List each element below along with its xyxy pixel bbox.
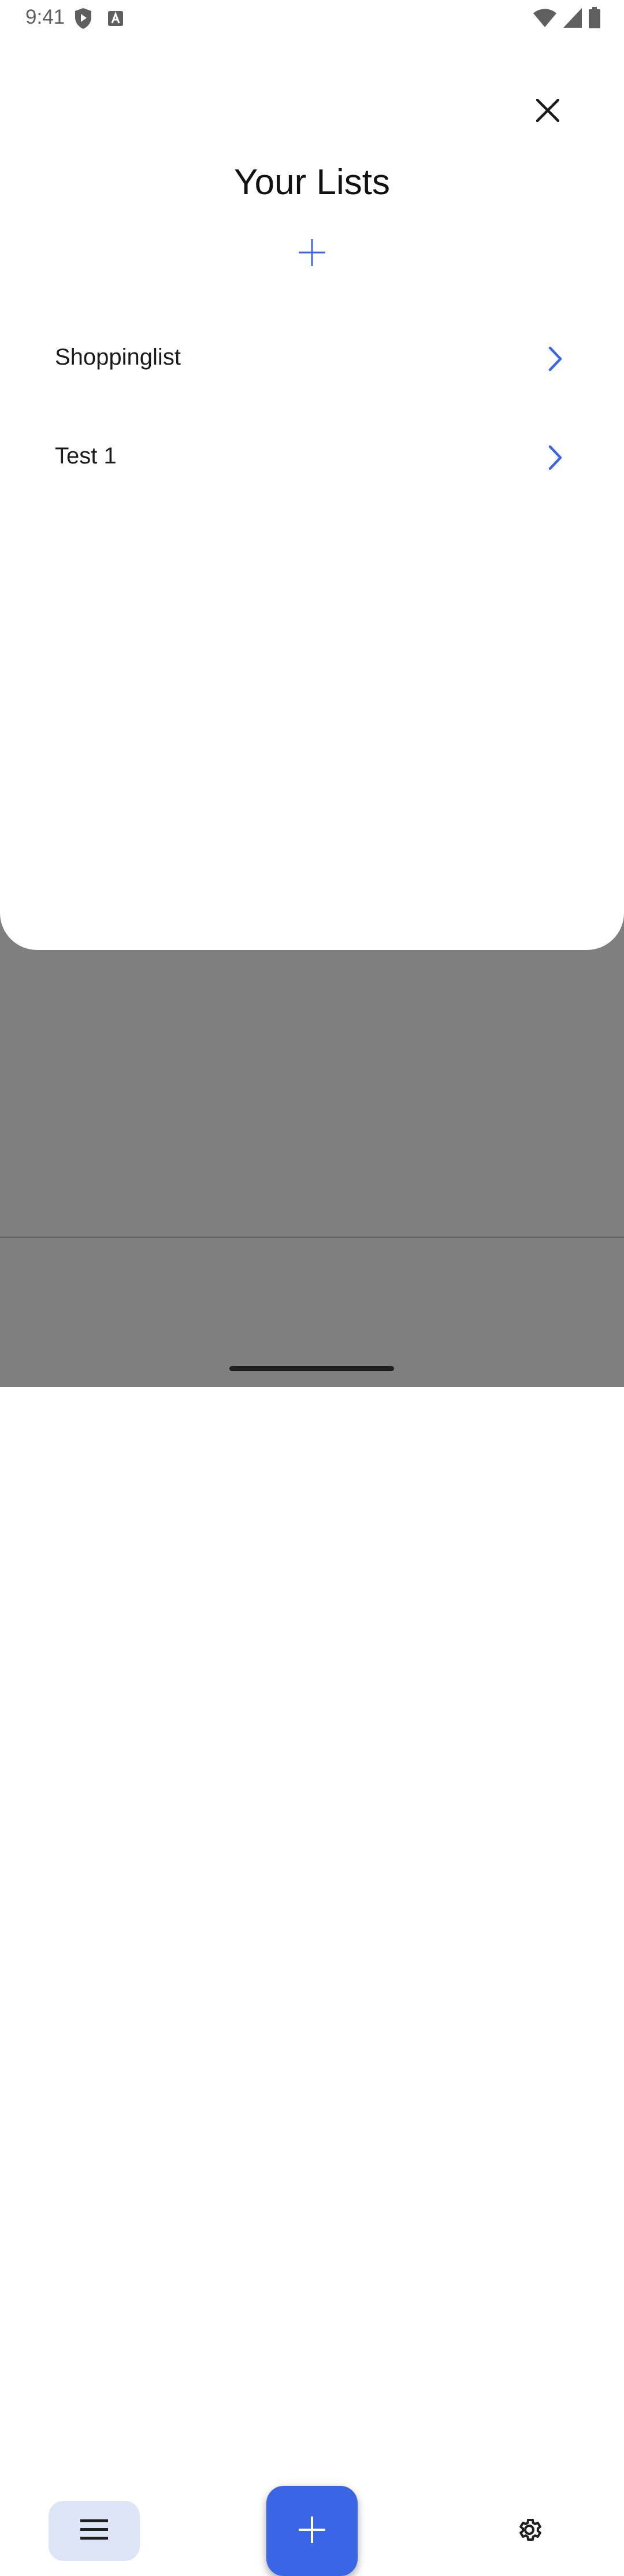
plus-icon <box>298 238 326 270</box>
add-item-fab[interactable] <box>266 2486 358 2576</box>
list-item-shoppinglist[interactable]: Shoppinglist <box>0 310 624 409</box>
page-title: Your Lists <box>234 162 390 202</box>
status-bar: 9:41 <box>0 0 624 37</box>
shield-play-icon <box>74 8 92 32</box>
list-item-label: Shoppinglist <box>55 344 181 370</box>
settings-button[interactable] <box>502 2508 557 2554</box>
status-time: 9:41 <box>25 6 65 28</box>
home-indicator[interactable] <box>229 1366 394 1371</box>
lists-sheet: 9:41 Your Lists Shoppinglist Test 1 <box>0 0 624 950</box>
font-a-icon <box>107 10 124 29</box>
lists-list: Shoppinglist Test 1 <box>0 310 624 507</box>
gear-icon <box>515 2516 543 2547</box>
wifi-icon <box>533 8 557 31</box>
close-icon <box>536 98 560 125</box>
cellular-signal-icon <box>563 8 582 31</box>
add-list-button[interactable] <box>292 233 332 274</box>
status-indicators <box>533 7 601 32</box>
hamburger-menu-icon <box>80 2518 108 2544</box>
list-item-test-1[interactable]: Test 1 <box>0 409 624 507</box>
battery-icon <box>588 7 601 32</box>
plus-icon <box>299 2516 325 2546</box>
chevron-right-icon <box>543 344 566 373</box>
chevron-right-icon <box>543 443 566 472</box>
list-item-label: Test 1 <box>55 443 117 469</box>
menu-button[interactable] <box>49 2501 140 2561</box>
close-button[interactable] <box>529 92 567 131</box>
